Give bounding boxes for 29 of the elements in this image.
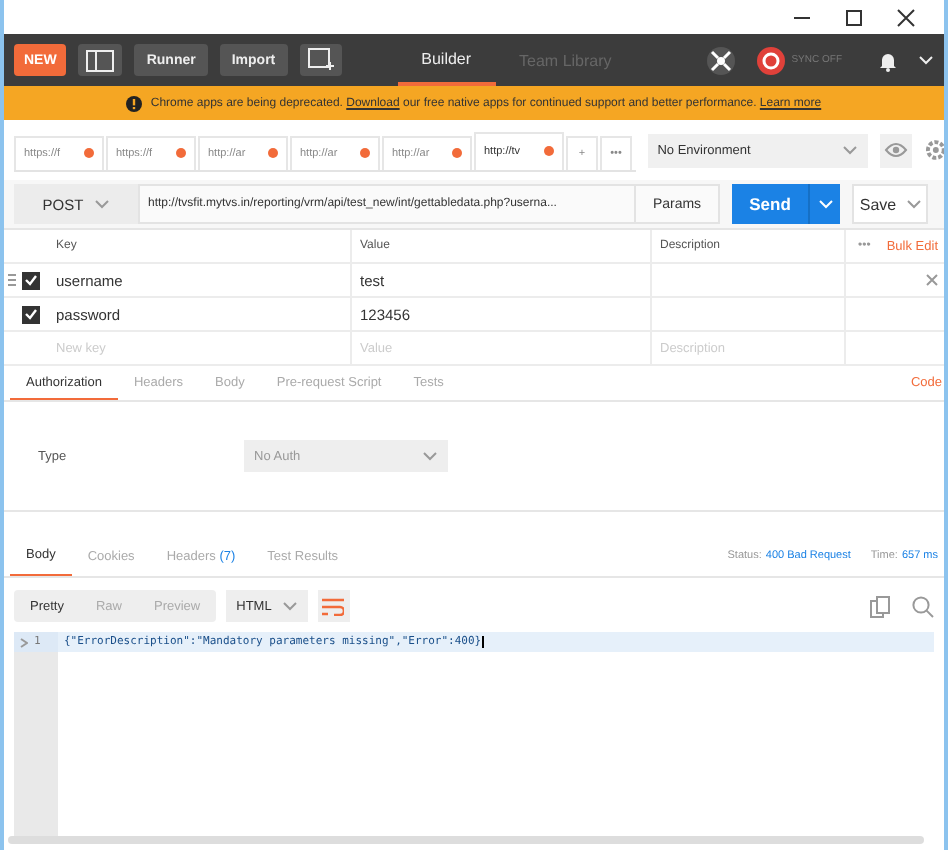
wrap-lines-button[interactable]	[317, 590, 350, 622]
sidebar-toggle-button[interactable]	[78, 44, 123, 76]
sync-off-icon[interactable]	[755, 45, 786, 75]
new-window-button[interactable]	[299, 44, 342, 76]
sidebar-icon	[86, 49, 115, 71]
window-plus-icon	[307, 48, 334, 72]
send-options-button[interactable]	[808, 184, 840, 224]
send-button[interactable]: Send	[732, 184, 808, 224]
eye-icon	[884, 142, 909, 158]
caret-icon	[817, 198, 833, 210]
chevron-down-icon[interactable]	[918, 54, 934, 66]
environment-quick-look-button[interactable]	[880, 133, 913, 167]
drag-handle-icon[interactable]	[8, 274, 16, 286]
close-icon[interactable]	[896, 7, 916, 27]
caret-icon	[281, 600, 298, 612]
copy-icon[interactable]	[870, 595, 890, 617]
checkbox[interactable]	[22, 305, 40, 323]
warning-icon	[126, 95, 143, 111]
horizontal-scrollbar[interactable]	[8, 836, 924, 844]
search-icon[interactable]	[912, 595, 934, 617]
caret-icon	[93, 198, 110, 210]
wrap-icon	[322, 597, 345, 615]
settings-icon[interactable]	[924, 138, 944, 162]
caret-icon	[842, 144, 859, 156]
caret-icon	[906, 198, 922, 210]
checkbox[interactable]	[22, 271, 40, 289]
caret-icon	[422, 450, 438, 462]
maximize-icon[interactable]	[844, 7, 864, 27]
bell-icon[interactable]	[878, 49, 898, 71]
